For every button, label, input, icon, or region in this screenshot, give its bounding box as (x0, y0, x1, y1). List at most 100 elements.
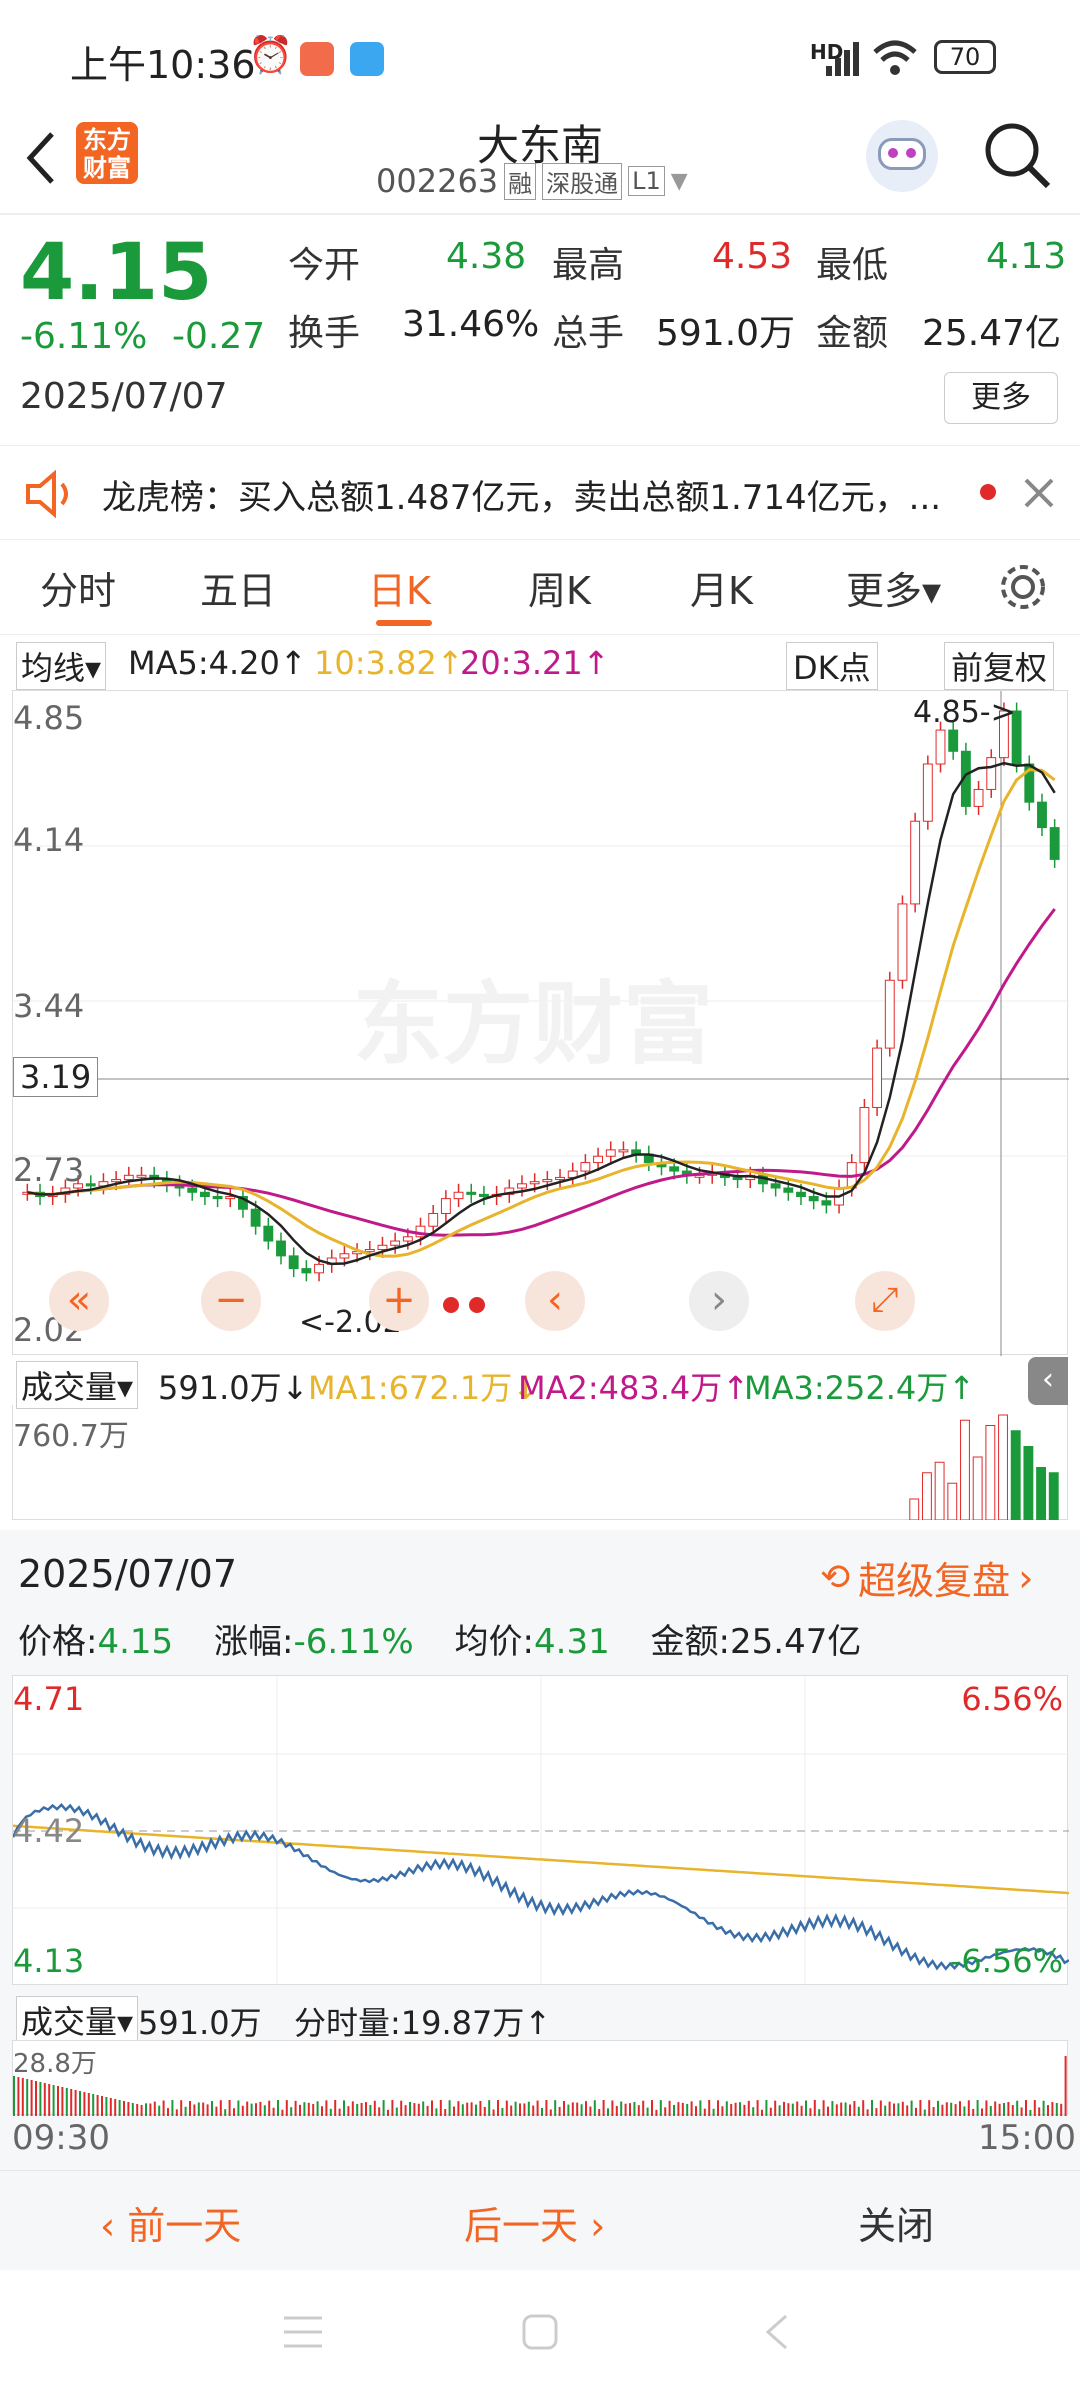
intraday-volume-bar (607, 2108, 609, 2116)
volume-value: 591.0万↓ (158, 1369, 309, 1407)
intraday-volume-bar (994, 2101, 997, 2116)
intraday-volume-bar (21, 2078, 24, 2116)
intraday-volume-bar (721, 2106, 724, 2116)
ma-selector[interactable]: 均线▾ (16, 642, 107, 690)
intraday-volume-bar (1016, 2100, 1019, 2116)
zoom-out-icon[interactable]: − (201, 1271, 261, 1331)
robot-avatar-icon[interactable] (866, 120, 938, 192)
intraday-volume-bar (307, 2102, 310, 2116)
intraday-volume-bar (131, 2103, 134, 2116)
zoom-in-icon[interactable]: + (369, 1271, 429, 1331)
intraday-volume-bar (351, 2101, 354, 2116)
dragon-tiger-notice[interactable]: 龙虎榜：买入总额1.487亿元，卖出总额1.714亿元，... (0, 445, 1080, 540)
dk-point-button[interactable]: DK点 (786, 642, 878, 690)
intraday-volume-bar (844, 2102, 847, 2116)
intraday-volume-bar (831, 2101, 834, 2116)
intraday-volume-bar (857, 2106, 860, 2116)
intraday-volume-bar (338, 2108, 341, 2116)
intraday-volume-bar (1055, 2102, 1058, 2116)
intraday-volume-bar (510, 2105, 513, 2116)
gear-icon[interactable] (996, 560, 1050, 614)
candle-body (301, 1268, 312, 1274)
volume-bar (998, 1414, 1008, 1520)
candle-body (770, 1183, 781, 1189)
intraday-volume-bar (774, 2100, 777, 2116)
open-value: 4.38 (446, 236, 527, 277)
volume-bar (1048, 1472, 1059, 1520)
intraday-volume-bar (563, 2100, 565, 2116)
daily-k-chart[interactable]: 东方财富 4.85 4.14 3.44 2.73 2.02 3.19 4.85-… (12, 690, 1069, 1356)
move-left-icon[interactable]: ‹ (525, 1271, 585, 1331)
intraday-volume-bar (950, 2102, 953, 2116)
tab-weekly-k[interactable]: 周K (528, 560, 591, 615)
tab-intraday[interactable]: 分时 (40, 560, 116, 615)
dropdown-icon[interactable]: ▼ (671, 169, 688, 194)
intraday-volume-bar (523, 2103, 526, 2116)
intraday-volume-bar (717, 2100, 719, 2116)
ma20-value: 20:3.21↑ (460, 644, 610, 682)
intraday-volume-bar (448, 2100, 451, 2116)
intraday-volume-bar (985, 2100, 988, 2116)
intraday-volume-bar (250, 2103, 253, 2116)
intraday-volume-bar (1042, 2100, 1045, 2116)
intraday-chart[interactable]: 4.71 4.42 4.13 6.56% -6.56% (12, 1675, 1069, 1986)
fast-back-icon[interactable]: « (49, 1271, 109, 1331)
intraday-volume-bar (629, 2103, 631, 2116)
close-icon[interactable] (1022, 476, 1056, 510)
tab-more[interactable]: 更多▾ (846, 560, 941, 615)
tab-daily-k[interactable]: 日K (368, 560, 431, 615)
prev-day-button[interactable]: ‹ 前一天 (100, 2195, 241, 2250)
stock-header: 东方财富 大东南 002263 融 深股通 L1 ▼ (0, 110, 1080, 215)
y-label-max: 4.85 (13, 699, 85, 737)
intraday-volume-bar (519, 2103, 521, 2116)
fullscreen-icon[interactable]: ⤢ (855, 1271, 915, 1331)
y-label-4: 2.73 (13, 1151, 85, 1189)
intraday-volume-bar (43, 2083, 46, 2116)
candle-body (428, 1212, 439, 1227)
history-icon: ⟲ (820, 1557, 851, 1598)
adjust-button[interactable]: 前复权 (944, 642, 1055, 690)
intraday-volume-bar (805, 2100, 807, 2116)
next-day-button[interactable]: 后一天 › (464, 2195, 605, 2250)
intraday-volume-bar (549, 2109, 552, 2116)
home-icon[interactable] (520, 2312, 560, 2352)
volume-value: 591.0万 (656, 313, 796, 354)
intraday-volume-bar (765, 2100, 768, 2116)
intraday-volume-bar (114, 2099, 117, 2116)
intraday-volume-bar (624, 2103, 627, 2116)
back-nav-icon[interactable] (762, 2312, 792, 2352)
status-bar: 上午10:36 ⏰ HD 70 (0, 0, 1080, 110)
intraday-volume-bar (329, 2108, 332, 2116)
candle-body (555, 1176, 565, 1181)
candle-body (466, 1191, 477, 1195)
move-right-icon[interactable]: › (689, 1271, 749, 1331)
intraday-volume-bar (827, 2106, 829, 2116)
close-button[interactable]: 关闭 (858, 2195, 934, 2250)
intraday-volume-bar (906, 2105, 909, 2116)
super-replay-button[interactable]: ⟲ 超级复盘 › (820, 1550, 1033, 1605)
intraday-volume-bar (378, 2107, 381, 2116)
candle-body (859, 1106, 870, 1164)
intraday-volume-bar (325, 2100, 328, 2116)
tab-monthly-k[interactable]: 月K (690, 560, 753, 615)
intraday-volume-bar (580, 2104, 583, 2116)
collapse-icon[interactable]: ‹ (1028, 1357, 1068, 1405)
battery-level: 70 (949, 43, 981, 71)
search-icon[interactable] (982, 120, 1052, 190)
amount-label: 金额 (816, 313, 889, 354)
more-button[interactable]: 更多 (944, 372, 1058, 424)
intraday-volume-bar (294, 2100, 297, 2116)
intraday-volume-bar (105, 2097, 108, 2116)
menu-icon[interactable] (282, 2314, 324, 2350)
intraday-volume-bar (175, 2109, 178, 2116)
intraday-volume-bar (818, 2109, 821, 2116)
page-dot-2 (469, 1297, 485, 1313)
tab-five-day[interactable]: 五日 (200, 560, 276, 615)
volume-selector[interactable]: 成交量▾ (16, 1361, 139, 1409)
candle-body (935, 729, 946, 765)
intraday-volume-bar (48, 2084, 51, 2116)
intraday-volume-bar (39, 2082, 42, 2116)
intraday-volume-bar (61, 2087, 64, 2116)
intraday-volume-selector[interactable]: 成交量▾ (16, 1996, 139, 2044)
intraday-volume-bar (822, 2100, 825, 2116)
